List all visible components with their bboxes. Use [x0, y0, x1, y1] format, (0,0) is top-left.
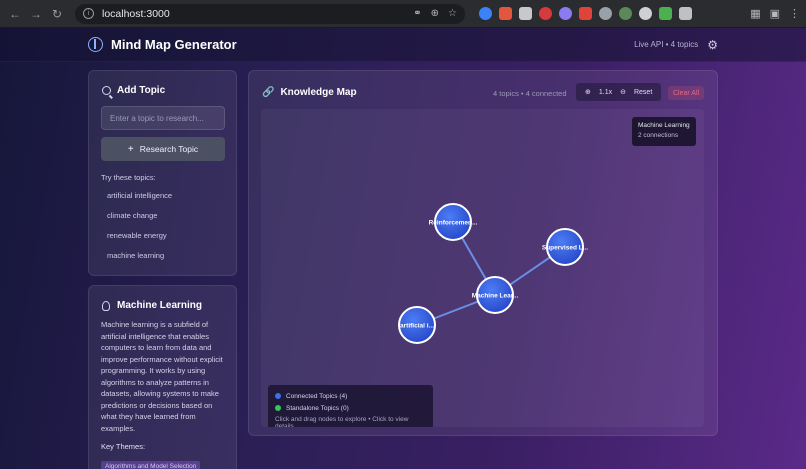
research-topic-label: Research Topic [139, 144, 199, 154]
back-icon[interactable]: ← [6, 5, 24, 23]
node-tooltip: Machine Learning 2 connections [632, 117, 696, 146]
legend-standalone-label: Standalone Topics (0) [286, 404, 349, 412]
extension-icon[interactable] [599, 7, 612, 20]
extension-icon[interactable] [679, 7, 692, 20]
address-bar[interactable]: i localhost:3000 ⚭ ⊕ ☆ [75, 3, 465, 24]
add-topic-panel: Add Topic + Research Topic Try these top… [88, 70, 237, 276]
suggestion-item[interactable]: climate change [101, 205, 225, 225]
puzzle-icon[interactable]: ▦ [750, 7, 760, 20]
reload-icon[interactable]: ↻ [48, 5, 66, 23]
topic-node[interactable]: Supervised L... [542, 228, 588, 266]
detail-header: Machine Learning [102, 300, 202, 311]
legend-connected: Connected Topics (4) [275, 390, 426, 402]
key-themes-label: Key Themes: [101, 442, 146, 451]
zoom-icon[interactable]: ⊕ [431, 8, 439, 19]
extension-icon[interactable] [559, 7, 572, 20]
menu-icon[interactable]: ⋮ [789, 7, 800, 20]
extensions-bar [479, 7, 699, 20]
url-text: localhost:3000 [102, 7, 170, 20]
map-legend: Connected Topics (4) Standalone Topics (… [268, 385, 433, 427]
suggestion-item[interactable]: machine learning [101, 245, 225, 265]
legend-standalone: Standalone Topics (0) [275, 402, 426, 414]
extension-icon[interactable] [639, 7, 652, 20]
extension-icon[interactable] [499, 7, 512, 20]
suggestion-list: artificial intelligence climate change r… [101, 185, 225, 265]
cast-icon[interactable]: ▣ [770, 7, 780, 20]
node-label: Reinforcemen... [429, 220, 478, 227]
extension-icon[interactable] [539, 7, 552, 20]
detail-title: Machine Learning [117, 300, 203, 311]
bookmark-star-icon[interactable]: ☆ [448, 8, 457, 19]
suggestion-item[interactable]: artificial intelligence [101, 185, 225, 205]
detail-description: Machine learning is a subfield of artifi… [101, 320, 223, 433]
extension-icon[interactable] [579, 7, 592, 20]
node-label: Machine Lear... [472, 293, 519, 300]
reset-button[interactable]: Reset [634, 89, 652, 96]
knowledge-map-panel: 🔗 Knowledge Map 4 topics • 4 connected ⊕… [248, 70, 718, 436]
topic-node[interactable]: artificial i... [398, 306, 436, 344]
extension-icon[interactable] [519, 7, 532, 20]
key-icon[interactable]: ⚭ [413, 8, 421, 19]
suggestion-item[interactable]: renewable energy [101, 225, 225, 245]
browser-chrome: ← → ↻ i localhost:3000 ⚭ ⊕ ☆ ▦ ▣ ⋮ [0, 0, 806, 28]
map-canvas[interactable]: Reinforcemen... Supervised L... Machine … [261, 109, 704, 427]
map-header: 🔗 Knowledge Map [262, 87, 357, 98]
link-icon: 🔗 [262, 87, 275, 98]
zoom-level: 1.1x [598, 88, 613, 96]
gear-icon[interactable]: ⚙ [707, 38, 718, 52]
topic-node[interactable]: Reinforcemen... [429, 203, 478, 241]
brain-icon [88, 37, 103, 52]
map-stats: 4 topics • 4 connected [493, 89, 567, 98]
try-topics-label: Try these topics: [101, 173, 156, 182]
extension-icon[interactable] [619, 7, 632, 20]
map-title: Knowledge Map [280, 87, 357, 98]
theme-badge: Algorithms and Model Selection [101, 461, 201, 469]
tooltip-subtitle: 2 connections [638, 132, 679, 139]
search-icon [102, 86, 111, 95]
node-label: Supervised L... [542, 245, 588, 252]
legend-connected-label: Connected Topics (4) [286, 392, 348, 400]
mind-map-graph[interactable]: Reinforcemen... Supervised L... Machine … [261, 109, 704, 427]
add-topic-header: Add Topic [102, 85, 165, 96]
add-topic-title: Add Topic [117, 85, 166, 96]
zoom-controls: ⊕ 1.1x ⊖ Reset [576, 83, 662, 101]
legend-hint: Click and drag nodes to explore • Click … [275, 416, 409, 427]
api-status: Live API • 4 topics [634, 40, 699, 49]
site-info-icon[interactable]: i [83, 8, 94, 19]
app-root: Mind Map Generator Live API • 4 topics ⚙… [0, 28, 806, 469]
topic-input[interactable] [101, 106, 225, 130]
standalone-dot-icon [275, 405, 281, 411]
extension-icon[interactable] [479, 7, 492, 20]
topic-detail-panel: Machine Learning Machine learning is a s… [88, 285, 237, 469]
connected-dot-icon [275, 393, 281, 399]
node-label: artificial i... [400, 323, 434, 330]
topic-node[interactable]: Machine Lear... [472, 276, 519, 314]
app-title: Mind Map Generator [111, 37, 237, 52]
forward-icon[interactable]: → [27, 5, 45, 23]
zoom-in-icon[interactable]: ⊕ [585, 88, 591, 96]
extension-icon[interactable] [659, 7, 672, 20]
tooltip-title: Machine Learning [638, 122, 690, 129]
lightbulb-icon [102, 300, 110, 311]
app-header: Mind Map Generator Live API • 4 topics ⚙ [0, 28, 806, 62]
themes-list: Algorithms and Model Selection [101, 455, 201, 469]
plus-icon: + [127, 143, 134, 155]
zoom-out-icon[interactable]: ⊖ [620, 88, 626, 96]
research-topic-button[interactable]: + Research Topic [101, 137, 225, 161]
clear-all-button[interactable]: Clear All [668, 86, 705, 100]
